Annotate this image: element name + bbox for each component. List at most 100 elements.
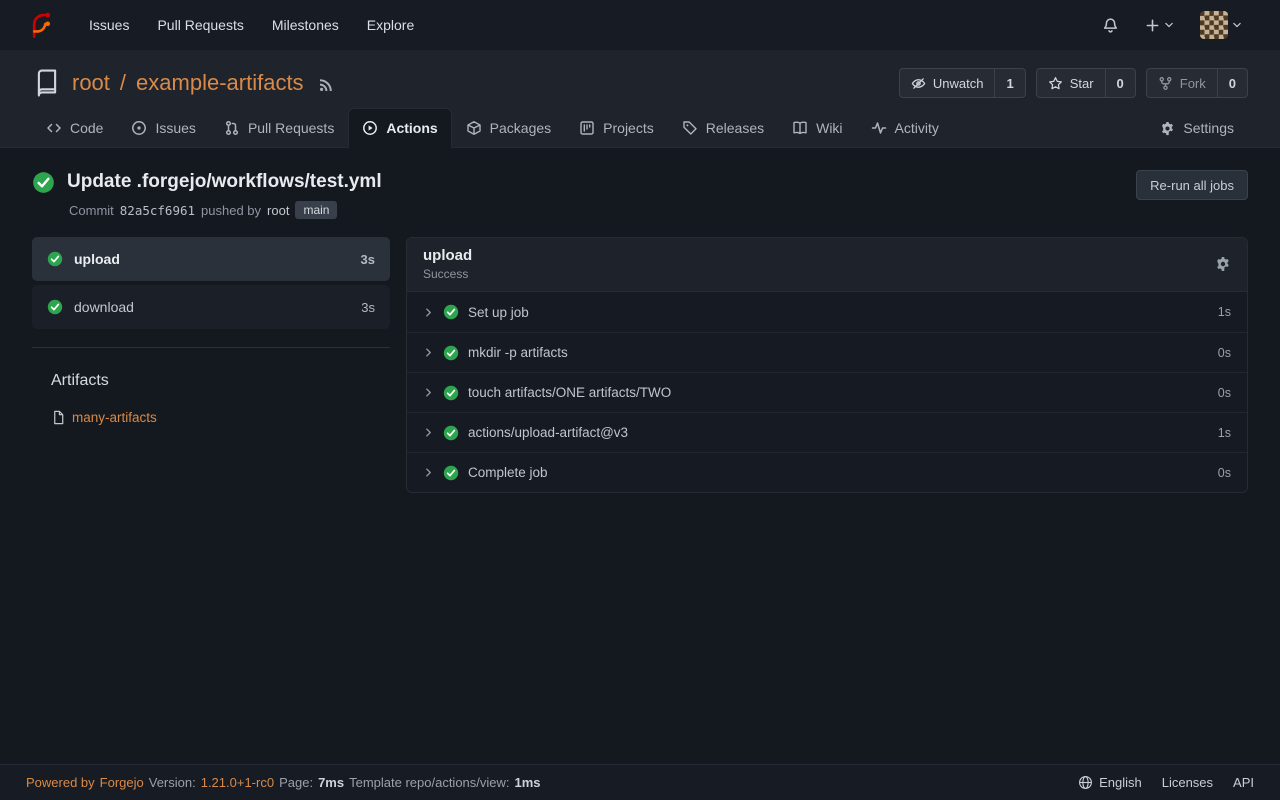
rerun-all-jobs-button[interactable]: Re-run all jobs (1136, 170, 1248, 200)
notifications-button[interactable] (1090, 0, 1131, 50)
top-navbar: Issues Pull Requests Milestones Explore (0, 0, 1280, 50)
tab-label: Pull Requests (248, 120, 334, 136)
step-row-upload-artifact[interactable]: actions/upload-artifact@v3 1s (407, 412, 1247, 452)
tab-projects[interactable]: Projects (565, 108, 668, 148)
user-menu-button[interactable] (1188, 0, 1254, 50)
repo-name-link[interactable]: example-artifacts (136, 70, 304, 96)
job-detail-card: upload Success Set up job 1s (406, 237, 1248, 493)
forks-count[interactable]: 0 (1217, 69, 1247, 97)
run-columns: upload 3s download 3s Artifacts many-art… (32, 237, 1248, 493)
repo-title-row: root / example-artifacts U (32, 68, 1248, 98)
fork-button[interactable]: Fork (1147, 69, 1217, 97)
artifact-download-link[interactable]: many-artifacts (72, 410, 157, 425)
create-new-button[interactable] (1133, 0, 1186, 50)
job-duration: 3s (361, 300, 375, 315)
success-check-icon (443, 465, 459, 481)
step-row-mkdir[interactable]: mkdir -p artifacts 0s (407, 332, 1247, 372)
tab-packages[interactable]: Packages (452, 108, 565, 148)
job-item-download[interactable]: download 3s (32, 285, 390, 329)
step-name: Set up job (468, 305, 529, 320)
tab-label: Projects (603, 120, 654, 136)
success-check-icon (47, 251, 63, 267)
job-item-upload[interactable]: upload 3s (32, 237, 390, 281)
bell-icon (1102, 17, 1119, 34)
tab-issues[interactable]: Issues (117, 108, 209, 148)
nav-explore[interactable]: Explore (354, 17, 427, 33)
tag-icon (682, 120, 698, 136)
nav-pull-requests[interactable]: Pull Requests (144, 17, 256, 33)
pull-request-icon (224, 120, 240, 136)
tab-code[interactable]: Code (32, 108, 117, 148)
version-label: Version: (149, 775, 196, 790)
job-options-gear-icon[interactable] (1215, 256, 1231, 272)
issue-circle-dot-icon (131, 120, 147, 136)
step-name: actions/upload-artifact@v3 (468, 425, 628, 440)
job-steps-list: Set up job 1s mkdir -p artifacts 0s (407, 292, 1247, 492)
nav-issues[interactable]: Issues (76, 17, 142, 33)
success-check-icon (443, 345, 459, 361)
language-selector[interactable]: English (1078, 775, 1142, 790)
artifacts-heading: Artifacts (32, 372, 390, 390)
fork-label: Fork (1180, 76, 1206, 91)
tab-label: Releases (706, 120, 764, 136)
nav-milestones[interactable]: Milestones (259, 17, 352, 33)
repo-actions: Unwatch 1 Star 0 (899, 68, 1248, 98)
plus-icon (1145, 18, 1160, 33)
version-link[interactable]: 1.21.0+1-rc0 (201, 775, 274, 790)
success-check-icon (443, 425, 459, 441)
unwatch-button[interactable]: Unwatch (900, 69, 995, 97)
chevron-down-icon (1232, 20, 1242, 30)
job-duration: 3s (361, 252, 375, 267)
step-name: touch artifacts/ONE artifacts/TWO (468, 385, 671, 400)
run-header: Update .forgejo/workflows/test.yml Commi… (32, 170, 1248, 219)
commit-author-link[interactable]: root (267, 203, 289, 218)
forgejo-link[interactable]: Forgejo (100, 775, 144, 790)
play-circle-icon (362, 120, 378, 136)
run-status-check-icon (32, 171, 55, 194)
tab-pull-requests[interactable]: Pull Requests (210, 108, 348, 148)
run-title: Update .forgejo/workflows/test.yml (67, 170, 382, 194)
step-row-complete-job[interactable]: Complete job 0s (407, 452, 1247, 492)
step-row-touch-artifacts[interactable]: touch artifacts/ONE artifacts/TWO 0s (407, 372, 1247, 412)
licenses-link[interactable]: Licenses (1162, 775, 1213, 790)
artifact-item: many-artifacts (32, 410, 390, 425)
step-duration: 0s (1218, 466, 1231, 480)
page-footer: Powered by Forgejo Version: 1.21.0+1-rc0… (0, 764, 1280, 800)
job-name: upload (74, 251, 120, 267)
job-detail-title: upload (423, 247, 472, 264)
repo-owner-link[interactable]: root (72, 70, 110, 96)
powered-by-link[interactable]: Powered by (26, 775, 95, 790)
star-button[interactable]: Star (1037, 69, 1105, 97)
api-link[interactable]: API (1233, 775, 1254, 790)
step-duration: 0s (1218, 386, 1231, 400)
repo-tab-bar: Code Issues Pull Requests Actions Packag… (32, 108, 1248, 147)
tab-label: Activity (895, 120, 939, 136)
tab-activity[interactable]: Activity (857, 108, 953, 148)
step-row-setup-job[interactable]: Set up job 1s (407, 292, 1247, 332)
forgejo-logo-icon[interactable] (26, 11, 54, 39)
chevron-right-icon (423, 467, 434, 478)
template-time-label: Template repo/actions/view: (349, 775, 509, 790)
tab-wiki[interactable]: Wiki (778, 108, 856, 148)
code-icon (46, 120, 62, 136)
tab-releases[interactable]: Releases (668, 108, 778, 148)
sidebar-divider (32, 347, 390, 348)
eye-slash-icon (911, 76, 926, 91)
watchers-count[interactable]: 1 (994, 69, 1024, 97)
step-name: mkdir -p artifacts (468, 345, 568, 360)
stars-count[interactable]: 0 (1105, 69, 1135, 97)
rss-icon[interactable] (318, 77, 334, 93)
commit-sha-link[interactable]: 82a5cf6961 (120, 203, 195, 218)
job-sidebar: upload 3s download 3s Artifacts many-art… (32, 237, 390, 425)
gear-icon (1160, 121, 1175, 136)
branch-badge[interactable]: main (295, 201, 337, 219)
tab-settings[interactable]: Settings (1146, 108, 1248, 148)
tab-label: Settings (1183, 120, 1234, 136)
language-label: English (1099, 775, 1142, 790)
tab-label: Issues (155, 120, 195, 136)
footer-right: English Licenses API (1078, 775, 1254, 790)
tab-actions[interactable]: Actions (348, 108, 451, 148)
page-time-label: Page: (279, 775, 313, 790)
tab-label: Packages (490, 120, 551, 136)
success-check-icon (443, 304, 459, 320)
